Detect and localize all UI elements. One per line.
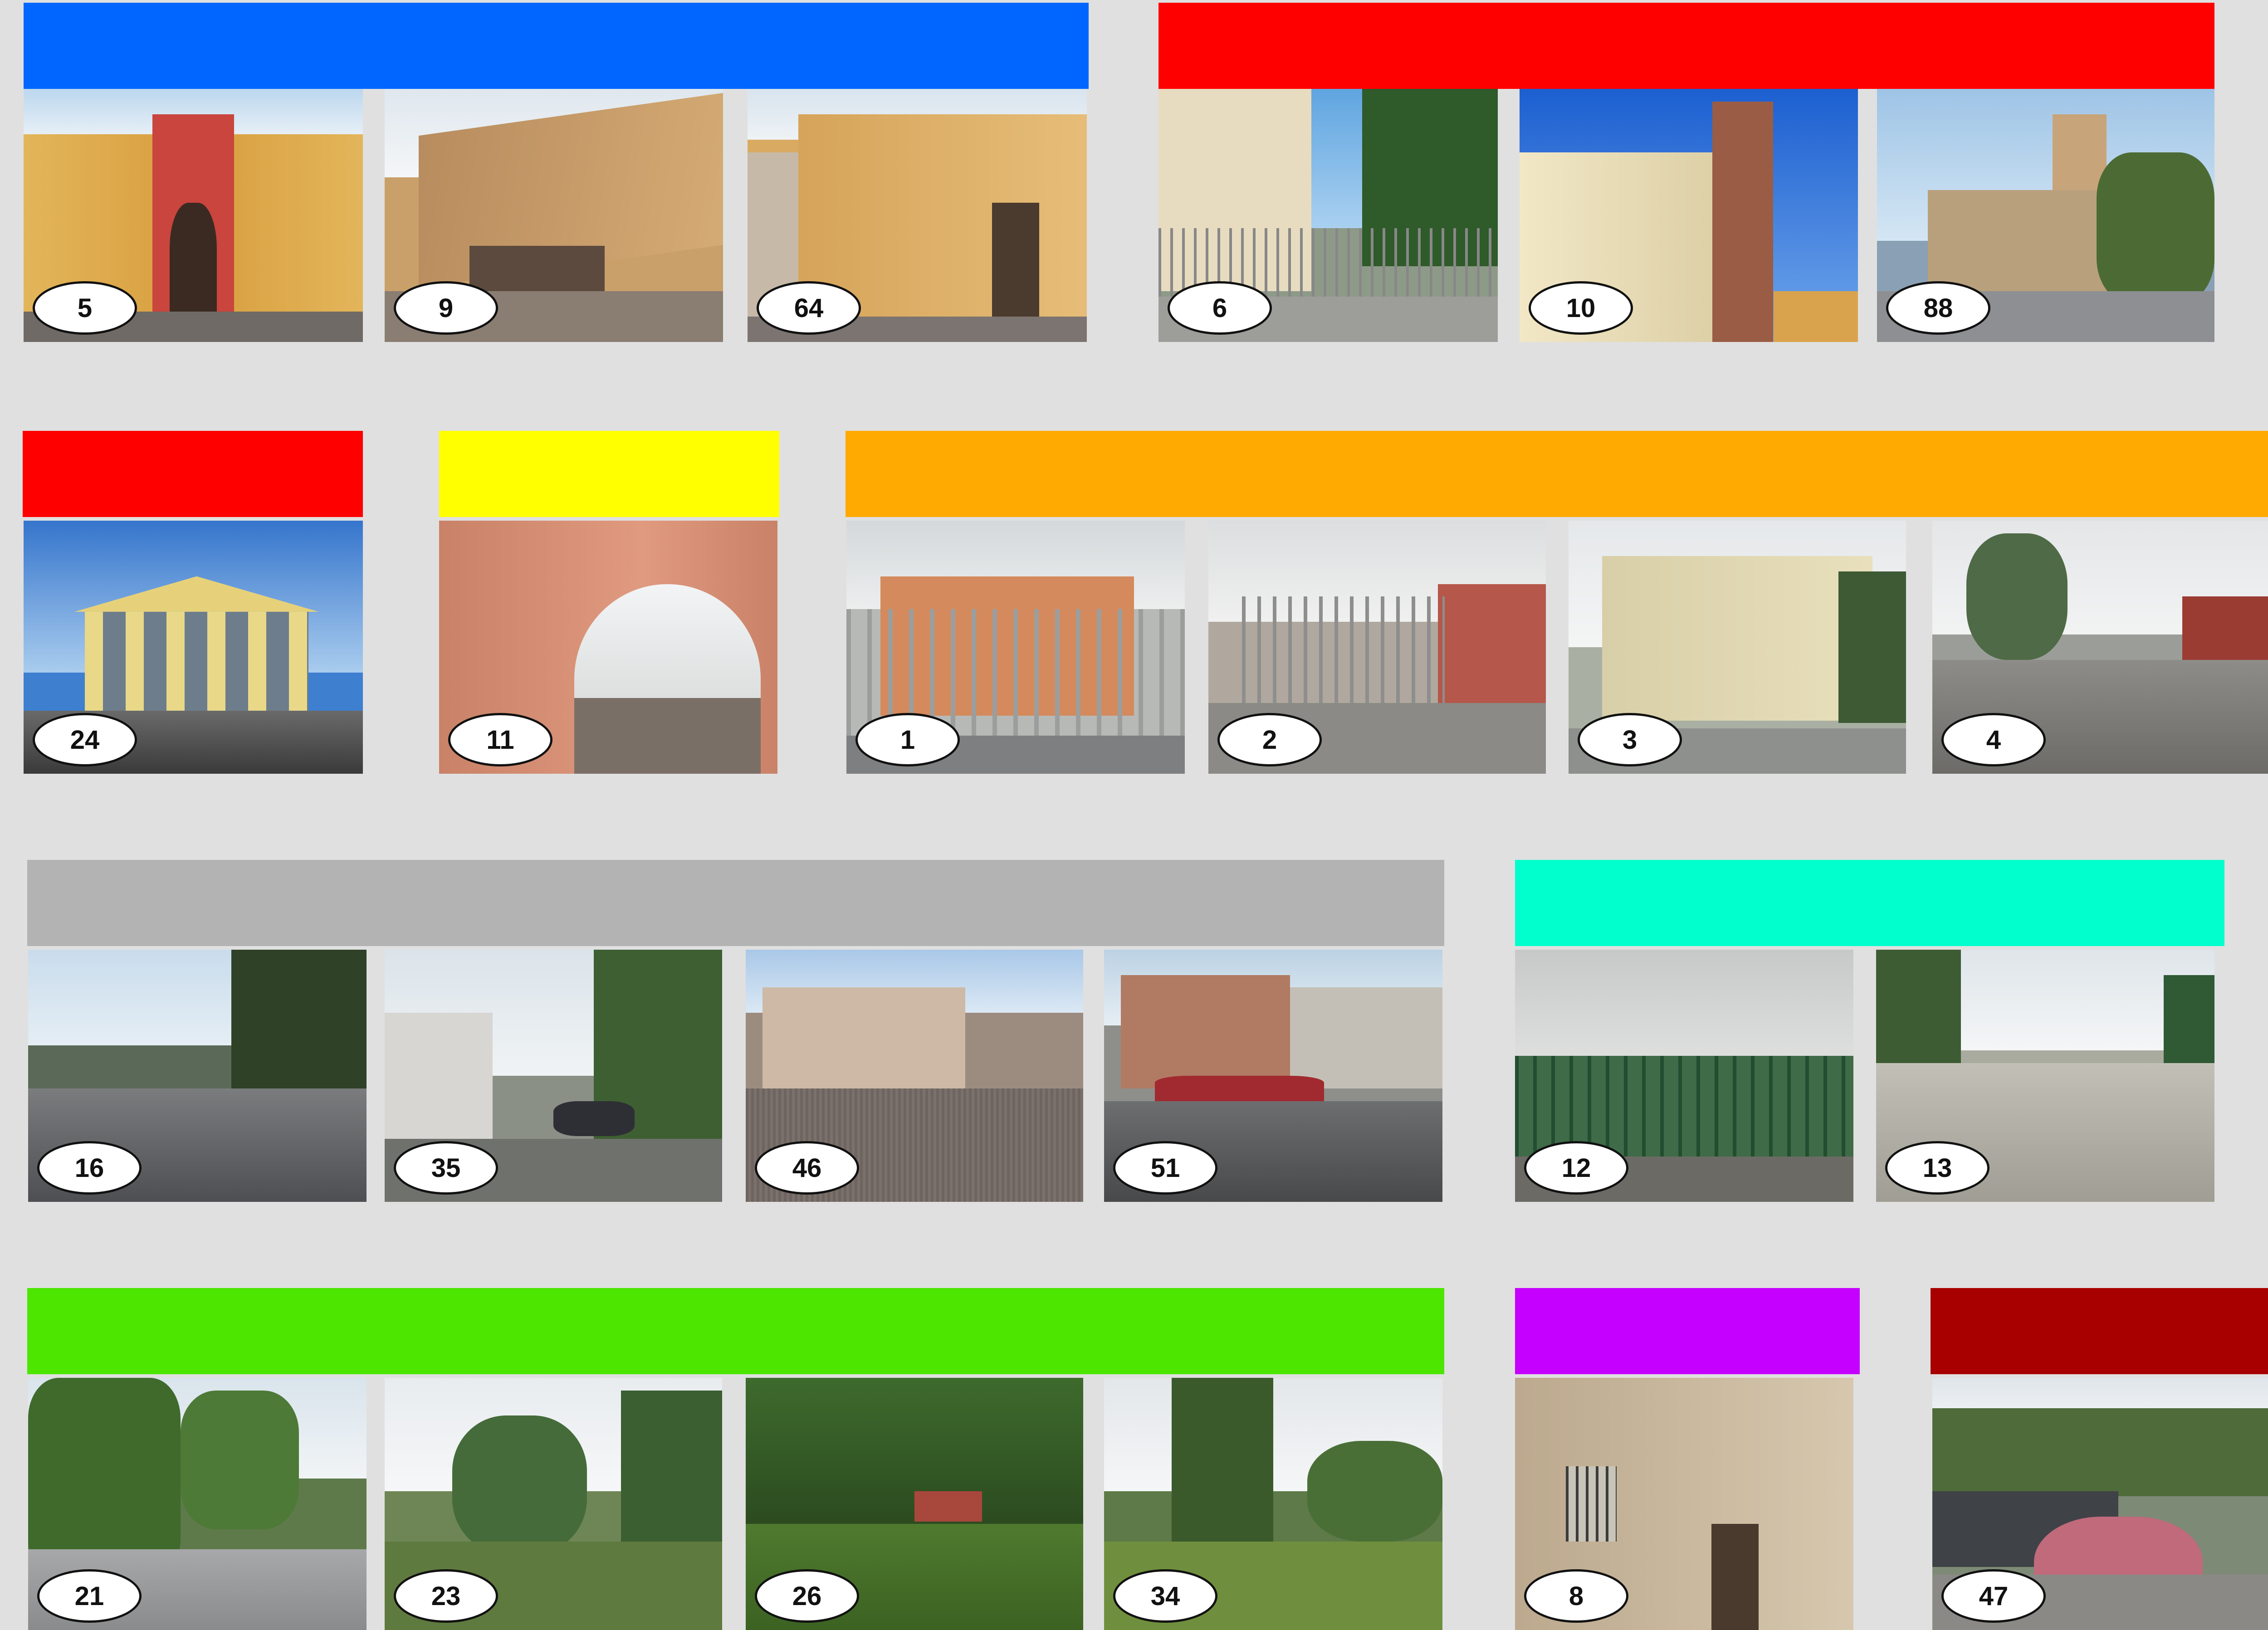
- photo-3: 3: [1569, 521, 1906, 774]
- photo-23: 23: [385, 1378, 722, 1630]
- photo-9: 9: [385, 89, 723, 342]
- photo-64: 64: [748, 89, 1087, 342]
- group-bar-grey: [27, 860, 1444, 946]
- photo-47: 47: [1932, 1378, 2268, 1630]
- photo-number-label: 47: [1941, 1569, 2046, 1623]
- photo-number-label: 21: [37, 1569, 142, 1623]
- photo-number-label: 35: [394, 1141, 498, 1195]
- group-bar-green: [27, 1288, 1444, 1374]
- photo-number-label: 88: [1886, 281, 1990, 335]
- photo-number-label: 26: [755, 1569, 859, 1623]
- photo-legend-board: 5 9 64 6 10 88 24 11 1 2 3 4 16 35 46 51…: [0, 0, 2268, 1630]
- photo-number-label: 6: [1168, 281, 1272, 335]
- photo-6: 6: [1158, 89, 1498, 342]
- photo-13: 13: [1876, 950, 2214, 1202]
- photo-1: 1: [846, 521, 1185, 774]
- photo-number-label: 51: [1113, 1141, 1217, 1195]
- photo-4: 4: [1932, 521, 2268, 774]
- photo-24: 24: [24, 521, 363, 774]
- photo-10: 10: [1520, 89, 1858, 342]
- photo-number-label: 10: [1529, 281, 1633, 335]
- photo-number-label: 1: [855, 713, 960, 766]
- photo-12: 12: [1515, 950, 1853, 1202]
- group-bar-aqua: [1515, 860, 2224, 946]
- photo-5: 5: [24, 89, 363, 342]
- photo-number-label: 16: [37, 1141, 142, 1195]
- photo-2: 2: [1208, 521, 1546, 774]
- photo-number-label: 13: [1885, 1141, 1989, 1195]
- photo-51: 51: [1104, 950, 1442, 1202]
- photo-number-label: 9: [394, 281, 498, 335]
- group-bar-yellow: [439, 431, 779, 517]
- photo-number-label: 3: [1578, 713, 1682, 766]
- photo-number-label: 12: [1524, 1141, 1628, 1195]
- photo-number-label: 46: [755, 1141, 859, 1195]
- group-bar-red-top: [1158, 3, 2214, 89]
- group-bar-dark-red: [1931, 1288, 2268, 1374]
- photo-number-label: 4: [1941, 713, 2046, 766]
- group-bar-blue: [24, 3, 1089, 89]
- photo-35: 35: [385, 950, 722, 1202]
- photo-number-label: 8: [1524, 1569, 1628, 1623]
- photo-number-label: 23: [394, 1569, 498, 1623]
- photo-number-label: 11: [448, 713, 552, 766]
- photo-8: 8: [1515, 1378, 1853, 1630]
- photo-26: 26: [746, 1378, 1083, 1630]
- photo-number-label: 64: [757, 281, 861, 335]
- photo-46: 46: [746, 950, 1083, 1202]
- photo-number-label: 5: [33, 281, 137, 335]
- photo-number-label: 34: [1113, 1569, 1217, 1623]
- group-bar-orange: [846, 431, 2268, 517]
- photo-34: 34: [1104, 1378, 1442, 1630]
- photo-number-label: 24: [33, 713, 137, 766]
- photo-88: 88: [1877, 89, 2214, 342]
- photo-number-label: 2: [1217, 713, 1322, 766]
- group-bar-purple: [1515, 1288, 1860, 1374]
- photo-11: 11: [439, 521, 777, 774]
- photo-21: 21: [28, 1378, 367, 1630]
- photo-16: 16: [28, 950, 367, 1202]
- group-bar-red: [23, 431, 363, 517]
